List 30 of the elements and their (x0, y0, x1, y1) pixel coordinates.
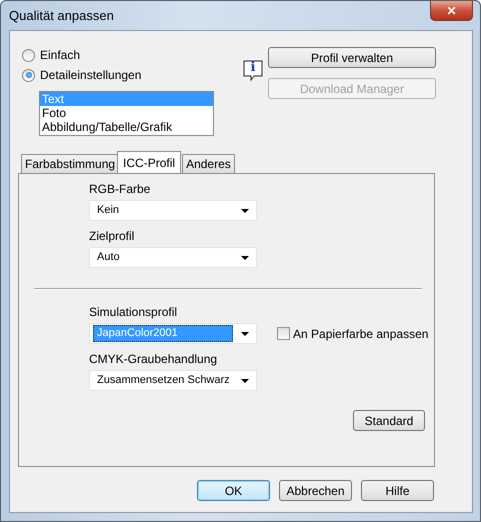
window-title: Qualität anpassen (9, 8, 114, 23)
dialog-button[interactable]: OK (197, 480, 270, 501)
dialog-button[interactable]: Hilfe (361, 480, 434, 501)
radio-label: Einfach (40, 48, 80, 62)
caret-icon (241, 332, 249, 336)
caret-icon (241, 378, 249, 382)
radio-button[interactable] (22, 68, 35, 82)
caret-icon (241, 208, 249, 212)
dropdown[interactable]: Auto (89, 247, 257, 268)
close-button[interactable]: ✕ (430, 1, 473, 21)
field-label: Simulationsprofil (89, 305, 178, 319)
dialog-button[interactable]: Profil verwalten (268, 47, 436, 68)
dialog-button[interactable]: Abbrechen (279, 480, 352, 501)
list-item[interactable]: Foto (40, 106, 213, 120)
radio-label: Detaileinstellungen (40, 68, 142, 82)
dropdown[interactable]: Kein (89, 200, 257, 221)
tab[interactable]: Farbabstimmung (21, 154, 120, 173)
caret-icon (241, 256, 249, 260)
info-icon: i (243, 60, 263, 82)
dropdown[interactable]: Zusammensetzen Schwarz (89, 370, 257, 391)
field-label: CMYK-Graubehandlung (89, 352, 218, 366)
standard-button[interactable]: Standard (353, 410, 425, 431)
checkbox-label: An Papierfarbe anpassen (293, 326, 428, 340)
tab[interactable]: Anderes (182, 154, 235, 173)
list-item[interactable]: Abbildung/Tabelle/Grafik (40, 120, 213, 134)
tab[interactable]: ICC-Profil (117, 151, 182, 173)
checkbox[interactable] (277, 327, 290, 340)
radio-button[interactable] (22, 48, 35, 62)
field-label: RGB-Farbe (89, 182, 150, 196)
field-label: Zielprofil (89, 229, 134, 243)
